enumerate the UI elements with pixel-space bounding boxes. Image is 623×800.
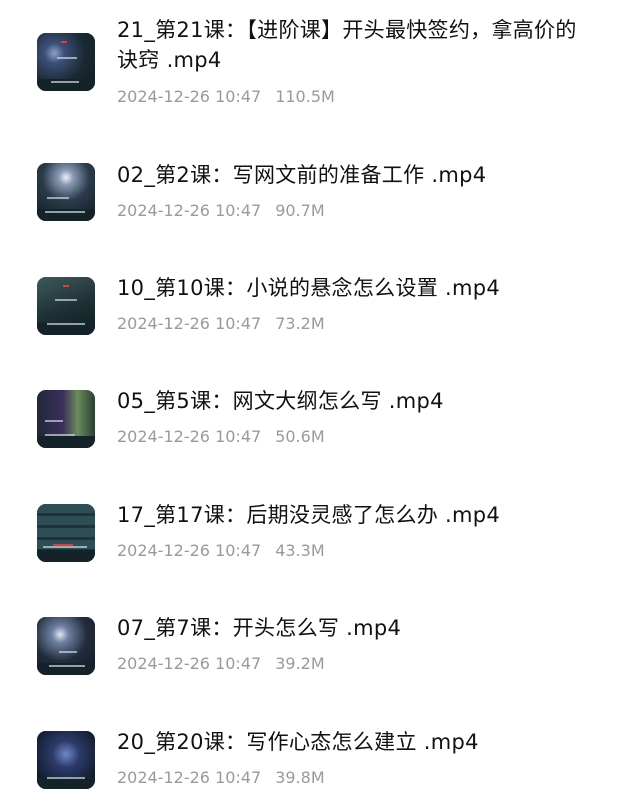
file-date: 2024-12-26 10:47 <box>117 427 262 446</box>
file-size: 39.8M <box>275 768 325 787</box>
file-size: 90.7M <box>275 201 325 220</box>
list-item[interactable]: 07_第7课：开头怎么写 .mp4 2024-12-26 10:47 39.2M <box>0 568 623 675</box>
file-size: 50.6M <box>275 427 325 446</box>
video-thumbnail <box>37 504 95 562</box>
list-item[interactable]: 02_第2课：写网文前的准备工作 .mp4 2024-12-26 10:47 90… <box>0 115 623 221</box>
file-size: 43.3M <box>275 541 325 560</box>
file-name: 05_第5课：网文大纲怎么写 .mp4 <box>117 389 444 413</box>
file-meta: 2024-12-26 10:47 39.8M <box>117 768 325 788</box>
file-name: 21_第21课：【进阶课】开头最快签约，拿高价的诀窍 .mp4 <box>117 18 577 72</box>
video-thumbnail <box>37 390 95 448</box>
file-date: 2024-12-26 10:47 <box>117 201 262 220</box>
file-date: 2024-12-26 10:47 <box>117 87 262 106</box>
file-size: 39.2M <box>275 654 325 673</box>
file-date: 2024-12-26 10:47 <box>117 541 262 560</box>
file-list: 21_第21课：【进阶课】开头最快签约，拿高价的诀窍 .mp4 2024-12-… <box>0 0 623 800</box>
file-size: 110.5M <box>275 87 335 106</box>
video-thumbnail <box>37 277 95 335</box>
list-item[interactable]: 20_第20课：写作心态怎么建立 .mp4 2024-12-26 10:47 39… <box>0 682 623 789</box>
file-date: 2024-12-26 10:47 <box>117 768 262 787</box>
file-name: 20_第20课：写作心态怎么建立 .mp4 <box>117 730 479 754</box>
file-name: 17_第17课：后期没灵感了怎么办 .mp4 <box>117 503 501 527</box>
list-item[interactable]: 17_第17课：后期没灵感了怎么办 .mp4 2024-12-26 10:47 4… <box>0 455 623 562</box>
file-name: 10_第10课：小说的悬念怎么设置 .mp4 <box>117 276 501 300</box>
video-thumbnail <box>37 617 95 675</box>
file-name: 02_第2课：写网文前的准备工作 .mp4 <box>117 163 487 187</box>
file-meta: 2024-12-26 10:47 110.5M <box>117 87 335 107</box>
file-date: 2024-12-26 10:47 <box>117 314 262 333</box>
file-size: 73.2M <box>275 314 325 333</box>
file-date: 2024-12-26 10:47 <box>117 654 262 673</box>
list-item[interactable]: 05_第5课：网文大纲怎么写 .mp4 2024-12-26 10:47 50.6… <box>0 341 623 448</box>
file-meta: 2024-12-26 10:47 43.3M <box>117 541 325 561</box>
file-meta: 2024-12-26 10:47 73.2M <box>117 314 325 334</box>
file-meta: 2024-12-26 10:47 39.2M <box>117 654 325 674</box>
video-thumbnail <box>37 33 95 91</box>
file-meta: 2024-12-26 10:47 90.7M <box>117 201 325 221</box>
list-item[interactable]: 21_第21课：【进阶课】开头最快签约，拿高价的诀窍 .mp4 2024-12-… <box>0 0 623 106</box>
file-meta: 2024-12-26 10:47 50.6M <box>117 427 325 447</box>
list-item[interactable]: 10_第10课：小说的悬念怎么设置 .mp4 2024-12-26 10:47 7… <box>0 228 623 335</box>
video-thumbnail <box>37 163 95 221</box>
file-name: 07_第7课：开头怎么写 .mp4 <box>117 616 402 640</box>
video-thumbnail <box>37 731 95 789</box>
